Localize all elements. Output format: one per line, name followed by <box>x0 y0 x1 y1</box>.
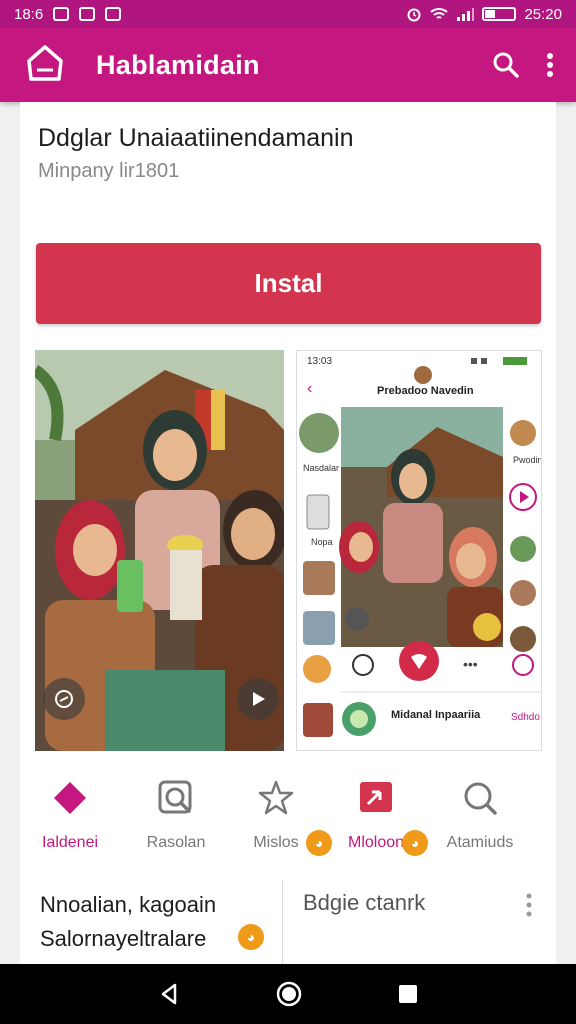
status-clock: 25:20 <box>524 5 562 23</box>
mini-bottom-side: Sdhdo <box>511 712 540 723</box>
mini-side-label-3: Nopa <box>311 537 333 547</box>
svg-text:•••: ••• <box>463 656 478 672</box>
mini-side-label-2: Pwodin <box>513 455 542 465</box>
tab-rasolan[interactable]: Rasolan <box>126 772 226 862</box>
zoom-icon <box>55 690 73 708</box>
mini-header-title: Prebadoo Navedin <box>377 385 474 397</box>
mini-battery-icon <box>471 357 527 365</box>
mini-avatar-icon <box>414 366 432 384</box>
mini-thumb-icon <box>303 703 333 737</box>
app-logo-icon <box>27 45 63 81</box>
status-left: 18:6 <box>14 5 122 23</box>
recents-icon[interactable] <box>397 983 419 1005</box>
tab-ialdenei[interactable]: Ialdenei <box>20 772 120 862</box>
screenshot-1[interactable] <box>35 350 284 751</box>
status-right: 25:20 <box>406 6 562 23</box>
signal-icon <box>457 8 475 21</box>
mini-back-icon: ‹ <box>307 380 313 397</box>
mini-header: ‹ Prebadoo Navedin <box>297 366 541 407</box>
notification-icon-2 <box>79 7 96 21</box>
section-left-line1: Nnoalian, kagoain <box>40 892 217 917</box>
app-developer[interactable]: Minpany lir1801 <box>38 160 179 183</box>
tab-label: Ialdenei <box>41 834 99 851</box>
status-time: 18:6 <box>14 5 44 23</box>
mini-screen-content: ••• <box>297 407 541 707</box>
section-divider <box>282 880 283 964</box>
app-detail-card: Ddglar Unaiaatiinendamanin Minpany lir18… <box>20 102 556 964</box>
mini-app-icon <box>342 702 376 736</box>
back-icon[interactable] <box>157 982 181 1006</box>
magnifier-icon <box>464 782 497 815</box>
search-card-icon <box>158 780 192 814</box>
alarm-icon <box>407 8 421 22</box>
notification-icon <box>53 7 70 21</box>
category-tabs: Ialdenei Rasolan Mislos ◕ Mloloon ◕ Atam… <box>20 772 556 862</box>
navigation-bar <box>0 964 576 1024</box>
more-vert-icon[interactable] <box>546 52 554 78</box>
app-bar: Hablamidain <box>0 28 576 102</box>
section-right-title[interactable]: Bdgie ctanrk <box>303 890 425 916</box>
tab-atamiuds[interactable]: Atamiuds <box>430 772 530 862</box>
app-name: Ddglar Unaiaatiinendamanin <box>38 124 354 152</box>
app-bar-actions <box>492 51 554 79</box>
mini-bottom-title: Midanal Inpaariia <box>391 709 481 721</box>
mini-status-time: 13:03 <box>307 355 333 367</box>
play-icon <box>253 692 265 706</box>
app-bar-title: Hablamidain <box>96 49 260 80</box>
tab-label: Atamiuds <box>446 834 514 851</box>
status-bar: 18:6 25:20 <box>0 0 576 28</box>
search-icon[interactable] <box>492 51 520 79</box>
diamond-icon <box>54 782 86 814</box>
video-play-button[interactable] <box>237 678 279 720</box>
star-icon <box>258 780 294 815</box>
more-vert-icon[interactable] <box>525 892 533 918</box>
emoji-badge-icon: ◕ <box>238 924 264 950</box>
message-icon <box>105 7 122 21</box>
tab-mloloon[interactable]: ◕ Mloloon ◕ <box>306 772 428 862</box>
mini-side-label-1: Nasdalar <box>303 463 340 473</box>
battery-icon <box>482 7 517 21</box>
install-button[interactable]: Instal <box>36 243 541 324</box>
wifi-icon <box>430 8 449 19</box>
screenshot-2[interactable]: 13:03 ‹ Prebadoo Navedin ••• Nasdalar Pw… <box>296 350 542 751</box>
home-icon[interactable] <box>275 980 303 1008</box>
emoji-icon-right: ◕ <box>402 830 428 856</box>
screenshot-zoom-button[interactable] <box>43 678 85 720</box>
tab-label: Rasolan <box>146 834 206 851</box>
screen: 18:6 25:20 Hablamidain Ddglar Unaiaatiin… <box>0 0 576 1024</box>
tag-icon <box>360 782 392 812</box>
